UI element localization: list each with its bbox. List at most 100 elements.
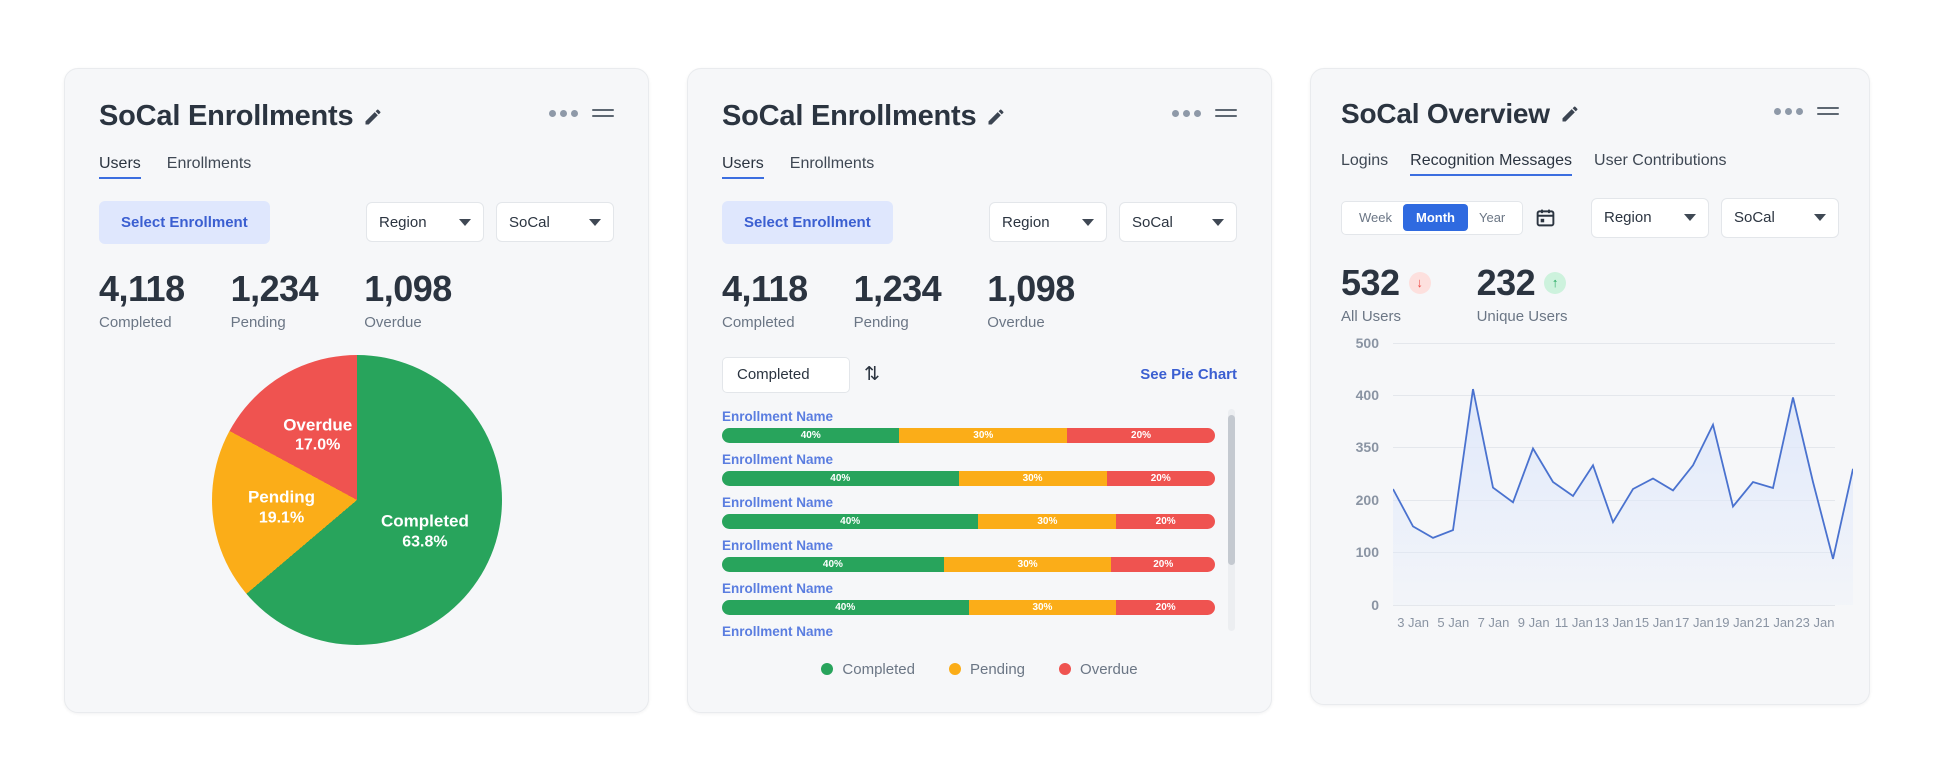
tab-enrollments[interactable]: Enrollments: [790, 155, 874, 179]
region-filter-select[interactable]: Region: [989, 202, 1107, 243]
enrollment-name-link[interactable]: Enrollment Name: [722, 581, 1215, 596]
x-axis-label: 11 Jan: [1554, 614, 1593, 630]
region-filter-select[interactable]: Region: [1591, 197, 1709, 238]
socal-filter-select[interactable]: SoCal: [1721, 197, 1839, 238]
enrollment-name-link[interactable]: Enrollment Name: [722, 538, 1215, 553]
card-tabs: Logins Recognition Messages User Contrib…: [1341, 152, 1839, 176]
scrollbar-thumb[interactable]: [1228, 414, 1235, 565]
enrollment-list: Enrollment Name 40% 30% 20% Enrollment Name 4…: [722, 409, 1237, 637]
tab-users[interactable]: Users: [99, 155, 141, 179]
more-dots-icon[interactable]: [1172, 109, 1201, 117]
hamburger-icon[interactable]: [1817, 107, 1839, 115]
card-tabs: Users Enrollments: [722, 155, 1237, 179]
legend-label: Completed: [842, 660, 915, 678]
x-axis-label: 23 Jan: [1795, 614, 1835, 630]
stacked-bar: 40% 30% 20%: [722, 556, 1215, 572]
pencil-icon[interactable]: [1560, 104, 1580, 124]
stat-label: Pending: [230, 313, 286, 331]
list-item[interactable]: Enrollment Name 40%30%20%: [722, 538, 1215, 572]
y-axis-label: 100: [1355, 544, 1379, 561]
tab-recognition-messages[interactable]: Recognition Messages: [1410, 152, 1572, 176]
bar-segment: 30%: [899, 427, 1068, 443]
stat-value: 1,234: [230, 267, 319, 309]
pie-slice-pct: 17.0%: [295, 436, 341, 454]
card-socal-enrollments-pie: SoCal Enrollments Users Enrollments Sele…: [64, 68, 649, 713]
legend-dot-icon: [821, 663, 834, 676]
pie-slice-label: Completed: [381, 511, 469, 531]
y-axis-label: 500: [1355, 334, 1379, 351]
enrollment-name-link[interactable]: Enrollment Name: [722, 624, 1215, 637]
more-dots-icon[interactable]: [549, 109, 578, 117]
tab-users[interactable]: Users: [722, 155, 764, 179]
enrollment-name-link[interactable]: Enrollment Name: [722, 495, 1215, 510]
range-week-button[interactable]: Week: [1348, 210, 1403, 225]
list-item[interactable]: Enrollment Name40%30%20%: [722, 624, 1215, 637]
stat-all-users: 532 ↓ All Users: [1341, 261, 1431, 325]
stat-pending: 1,234 Pending: [854, 270, 942, 331]
y-axis-label: 400: [1355, 386, 1379, 403]
controls-row: Select Enrollment Region SoCal: [99, 200, 614, 244]
range-month-button[interactable]: Month: [1403, 204, 1468, 232]
socal-filter-label: SoCal: [509, 213, 550, 231]
enrollment-name-link[interactable]: Enrollment Name: [722, 409, 1215, 424]
sort-by-select[interactable]: Completed: [722, 356, 850, 393]
chevron-down-icon: [1814, 214, 1826, 222]
stacked-bar: 40% 30% 20%: [722, 470, 1215, 486]
y-axis-label: 0: [1371, 596, 1379, 613]
gridline: [1393, 604, 1835, 606]
legend-label: Overdue: [1080, 660, 1138, 678]
line-chart-area[interactable]: 0 100 200 350 400 500 3 Jan 5 Jan 7 Jan 9 Jan 11 …: [1341, 335, 1853, 643]
card-header: SoCal Enrollments: [99, 100, 614, 133]
list-item[interactable]: Enrollment Name 40%30%20%: [722, 581, 1215, 615]
legend-item-overdue: Overdue: [1059, 661, 1138, 678]
stats-row: 4,118 Completed 1,234 Pending 1,098 Over…: [722, 270, 1237, 331]
tab-enrollments[interactable]: Enrollments: [167, 155, 251, 179]
tab-logins[interactable]: Logins: [1341, 152, 1388, 176]
stat-value: 232: [1476, 261, 1536, 303]
stat-label: All Users: [1341, 307, 1402, 325]
x-axis-label: 3 Jan: [1397, 614, 1429, 630]
socal-filter-select[interactable]: SoCal: [496, 202, 614, 243]
stat-label: Completed: [722, 313, 795, 331]
pie-slice-pct: 63.8%: [402, 532, 448, 550]
stats-row: 4,118 Completed 1,234 Pending 1,098 Over…: [99, 270, 614, 331]
title-wrap: SoCal Overview: [1341, 98, 1580, 130]
pie-chart[interactable]: Completed 63.8% Pending 19.1% Overdue 17…: [211, 354, 502, 645]
bar-segment: 20%: [1116, 599, 1215, 615]
select-enrollment-button[interactable]: Select Enrollment: [722, 200, 893, 244]
header-actions: [1172, 101, 1237, 117]
range-year-button[interactable]: Year: [1468, 210, 1516, 225]
select-enrollment-button[interactable]: Select Enrollment: [99, 200, 270, 244]
more-dots-icon[interactable]: [1774, 107, 1803, 115]
enrollment-name-link[interactable]: Enrollment Name: [722, 452, 1215, 467]
stat-overdue: 1,098 Overdue: [364, 270, 452, 331]
calendar-icon[interactable]: [1535, 207, 1556, 228]
list-item[interactable]: Enrollment Name40%30%20%: [722, 495, 1215, 529]
hamburger-icon[interactable]: [1215, 109, 1237, 117]
pie-chart-wrap: Completed 63.8% Pending 19.1% Overdue 17…: [99, 354, 614, 645]
region-filter-label: Region: [1002, 213, 1050, 231]
chevron-down-icon: [1684, 214, 1696, 222]
socal-filter-select[interactable]: SoCal: [1119, 202, 1237, 243]
bar-segment: 20%: [1116, 513, 1215, 529]
tab-user-contributions[interactable]: User Contributions: [1594, 152, 1727, 176]
bar-segment: 40%: [722, 427, 900, 443]
list-item[interactable]: Enrollment Name 40%30%20%: [722, 452, 1215, 486]
pencil-icon[interactable]: [363, 107, 383, 127]
list-item[interactable]: Enrollment Name40%30%20%: [722, 409, 1215, 443]
pie-label-pending: Pending 19.1%: [248, 487, 315, 528]
stat-overdue: 1,098 Overdue: [987, 270, 1075, 331]
hamburger-icon[interactable]: [592, 109, 614, 117]
stat-label: Unique Users: [1476, 307, 1568, 325]
bar-segment: 40%: [722, 599, 969, 615]
stacked-bar: 40% 30% 20%: [722, 599, 1215, 615]
region-filter-select[interactable]: Region: [366, 202, 484, 243]
legend-item-completed: Completed: [821, 661, 915, 678]
stat-value: 532: [1341, 261, 1400, 303]
see-pie-chart-link[interactable]: See Pie Chart: [1140, 366, 1237, 383]
enrollment-list-scroll[interactable]: Enrollment Name 40% 30% 20% Enrollment Name 4…: [722, 408, 1237, 637]
pie-slice-label: Pending: [247, 487, 316, 507]
pencil-icon[interactable]: [986, 107, 1006, 127]
x-axis-label: 15 Jan: [1634, 614, 1674, 630]
sort-arrows-icon[interactable]: ⇅: [864, 365, 880, 384]
